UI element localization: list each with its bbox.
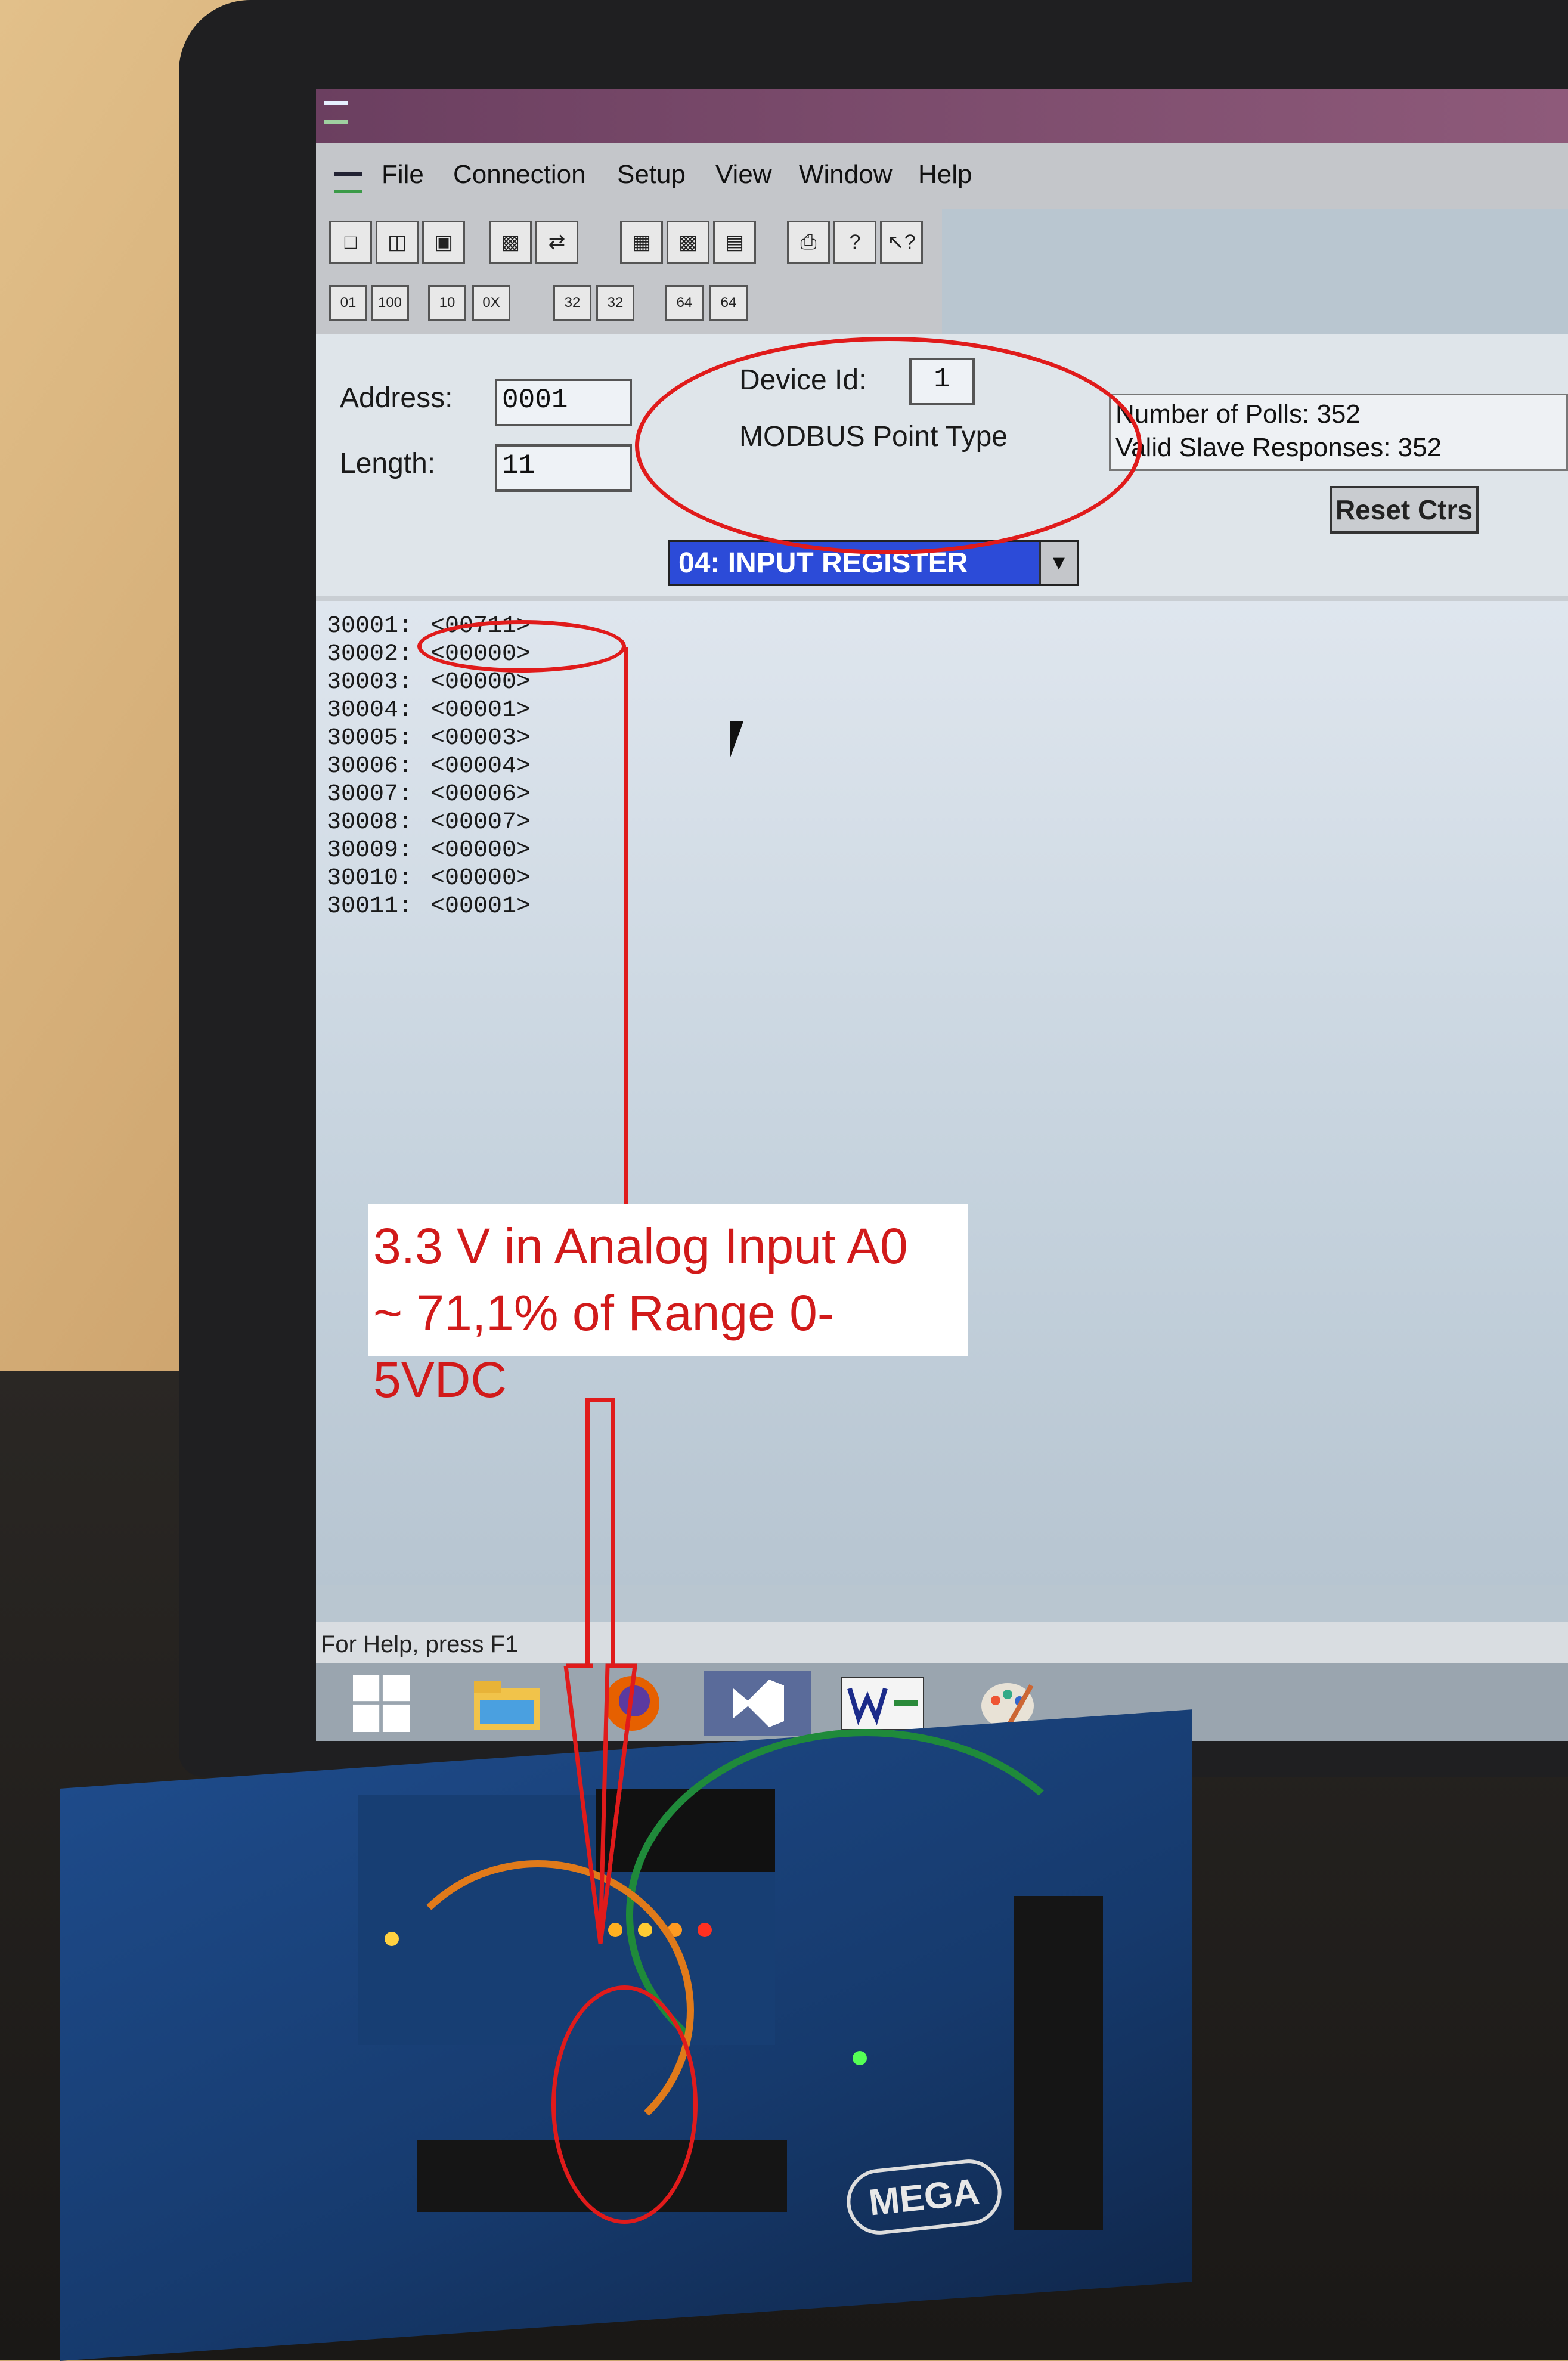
laptop-screen: File Connection Setup View Window Help □…: [316, 89, 1568, 1741]
input-status-icon[interactable]: 100: [371, 285, 409, 321]
annotation-line: [624, 647, 628, 1204]
float32-swapped-icon[interactable]: 32: [596, 285, 634, 321]
hex-display-icon[interactable]: 0X: [472, 285, 510, 321]
status-help-text: For Help, press F1: [321, 1631, 519, 1657]
register-value: <00000>: [430, 865, 531, 892]
point-type-highlight-ring: [635, 337, 1142, 554]
register-value: <00004>: [430, 753, 531, 780]
address-field[interactable]: 0001: [495, 379, 632, 426]
register-row: 30008: <00007>: [327, 809, 531, 836]
register-row: 30009: <00000>: [327, 837, 531, 864]
annotation-arrow-head: [563, 1663, 637, 1944]
annotation-line-1: 3.3 V in Analog Input A0: [373, 1218, 908, 1274]
register-row: 30010: <00000>: [327, 865, 531, 892]
menu-window[interactable]: Window: [799, 160, 893, 190]
register-row: 30005: <00003>: [327, 725, 531, 752]
register-data-view: 30001: <00711> 30002: <00000> 30003: <00000> 3…: [316, 601, 1568, 1585]
register-address: 30005:: [327, 725, 413, 752]
visual-studio-icon[interactable]: [704, 1671, 811, 1736]
register-address: 30009:: [327, 837, 413, 864]
menu-view[interactable]: View: [715, 160, 772, 190]
double64-icon[interactable]: 64: [665, 285, 704, 321]
length-label: Length:: [340, 448, 436, 479]
register-address: 30006:: [327, 753, 413, 780]
register-row: 30004: <00001>: [327, 697, 531, 724]
register-address: 30001:: [327, 613, 413, 640]
arrange-icon[interactable]: ▤: [713, 221, 756, 264]
register-row: 30007: <00006>: [327, 781, 531, 808]
print-icon[interactable]: ⎙: [787, 221, 830, 264]
menu-help[interactable]: Help: [918, 160, 972, 190]
tile-icon[interactable]: ▦: [620, 221, 663, 264]
float32-icon[interactable]: 32: [553, 285, 591, 321]
register-address: 30007:: [327, 781, 413, 808]
help-icon[interactable]: ?: [833, 221, 876, 264]
annotation-arrow-shaft: [585, 1398, 615, 1666]
file-explorer-icon[interactable]: [453, 1671, 560, 1736]
system-menu-icon[interactable]: [324, 101, 348, 124]
toolbar-main: □ ◫ ▣ ▩ ⇄ ▦ ▩ ▤ ⎙ ? ↖?: [316, 209, 942, 274]
chevron-down-icon[interactable]: ▼: [1039, 542, 1077, 584]
status-bar: For Help, press F1: [316, 1622, 1568, 1663]
menu-setup[interactable]: Setup: [617, 160, 686, 190]
register-value-highlight-ring: [417, 620, 626, 673]
register-value: <00006>: [430, 781, 531, 808]
double64-swapped-icon[interactable]: 64: [709, 285, 748, 321]
annotation-line-2: ~ 71,1% of Range 0-5VDC: [373, 1285, 834, 1408]
holding-register-icon[interactable]: 10: [428, 285, 466, 321]
cascade-icon[interactable]: ▩: [667, 221, 709, 264]
save-icon[interactable]: ▣: [422, 221, 465, 264]
new-icon[interactable]: □: [329, 221, 372, 264]
register-address: 30003:: [327, 669, 413, 696]
reset-counters-button[interactable]: Reset Ctrs: [1330, 486, 1479, 534]
annotation-note: 3.3 V in Analog Input A0 ~ 71,1% of Rang…: [368, 1204, 968, 1408]
address-label: Address:: [340, 382, 453, 414]
green-wire: [626, 1729, 1105, 2101]
register-value: <00003>: [430, 725, 531, 752]
document-system-icon[interactable]: [334, 172, 362, 193]
register-row: 30003: <00000>: [327, 669, 531, 696]
open-icon[interactable]: ◫: [376, 221, 419, 264]
register-value: <00000>: [430, 669, 531, 696]
register-value: <00001>: [430, 893, 531, 920]
register-address: 30010:: [327, 865, 413, 892]
register-row: 30011: <00001>: [327, 893, 531, 920]
disconnect-icon[interactable]: ⇄: [535, 221, 578, 264]
register-value: <00001>: [430, 697, 531, 724]
register-value: <00000>: [430, 837, 531, 864]
register-address: 30002:: [327, 641, 413, 668]
window-titlebar: [316, 89, 1568, 143]
register-address: 30008:: [327, 809, 413, 836]
context-help-icon[interactable]: ↖?: [880, 221, 923, 264]
menu-file[interactable]: File: [382, 160, 424, 190]
toolbar-point-types: 01 100 10 0X 32 32 64 64: [316, 274, 942, 334]
menu-bar: File Connection Setup View Window Help: [316, 143, 1568, 209]
register-address: 30011:: [327, 893, 413, 920]
register-address: 30004:: [327, 697, 413, 724]
menu-connection[interactable]: Connection: [453, 160, 586, 190]
poll-statistics: Number of Polls: 352 Valid Slave Respons…: [1109, 394, 1568, 471]
valid-responses-count: Valid Slave Responses: 352: [1115, 433, 1442, 462]
connect-icon[interactable]: ▩: [489, 221, 532, 264]
coil-status-icon[interactable]: 01: [329, 285, 367, 321]
mouse-pointer-icon: [730, 721, 743, 757]
register-value: <00007>: [430, 809, 531, 836]
polls-count: Number of Polls: 352: [1115, 399, 1361, 429]
tx-led: [385, 1932, 399, 1946]
windows-start-icon[interactable]: [328, 1671, 435, 1736]
wintech-icon[interactable]: [829, 1671, 936, 1736]
analog-pin-highlight-ring: [551, 1985, 698, 2224]
register-row: 30006: <00004>: [327, 753, 531, 780]
length-field[interactable]: 11: [495, 444, 632, 492]
